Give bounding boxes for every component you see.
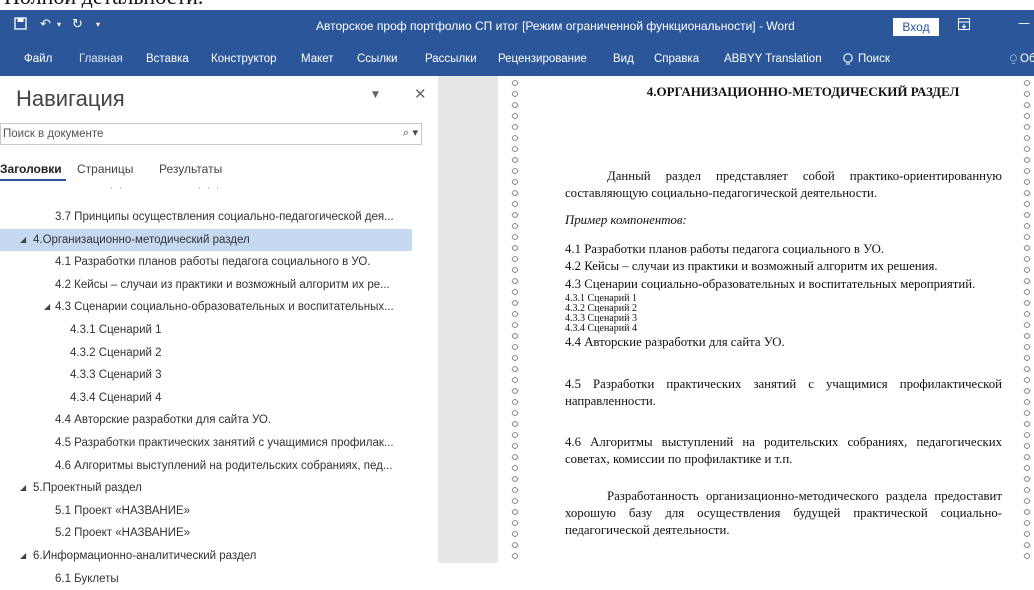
tree-item[interactable]: 4.3.3 Сценарий 3 — [0, 364, 412, 386]
title-bar: ↶ ▾ ↻ ▾ Авторское проф портфолио СП итог… — [0, 10, 1034, 43]
qat-customize-icon[interactable]: ▾ — [96, 20, 100, 29]
tree-item-label: 5.1 Проект «НАЗВАНИЕ» — [55, 504, 191, 517]
close-icon[interactable]: ✕ — [414, 85, 427, 103]
tree-item-label: 4.3.3 Сценарий 3 — [70, 369, 162, 382]
tree-item[interactable]: 5.1 Проект «НАЗВАНИЕ» — [0, 500, 412, 522]
tab-mailings[interactable]: Рассылки — [425, 53, 477, 65]
doc-closing: Разработанность организационно-методичес… — [565, 489, 1002, 537]
person-icon: ⍜ — [1010, 53, 1017, 65]
scroll-dots: · · · — [198, 184, 221, 193]
undo-dropdown-icon[interactable]: ▾ — [57, 20, 61, 29]
tree-item[interactable]: 4.6 Алгоритмы выступлений на родительски… — [0, 455, 412, 477]
scroll-dots: · · — [110, 184, 124, 193]
doc-line-46: 4.6 Алгоритмы выступлений на родительски… — [565, 435, 1002, 466]
caption-fragment: Полной детальности. — [0, 0, 1034, 10]
tree-item-label: 5.2 Проект «НАЗВАНИЕ» — [55, 527, 191, 540]
lightbulb-icon — [842, 53, 854, 69]
tree-item-label: 4.4 Авторские разработки для сайта УО. — [55, 414, 272, 427]
tab-references[interactable]: Ссылки — [357, 53, 398, 65]
tree-item-label: 4.Организационно-методический раздел — [33, 233, 250, 246]
tree-item[interactable]: 3.7 Принципы осуществления социально-пед… — [0, 206, 412, 228]
tree-item[interactable]: 4.3.1 Сценарий 1 — [0, 319, 412, 341]
nav-pane-title: Навигация — [16, 86, 125, 111]
tree-item-label: 5.Проектный раздел — [33, 482, 142, 495]
doc-heading: 4.ОРГАНИЗАЦИОННО-МЕТОДИЧЕСКИЙ РАЗДЕЛ — [646, 84, 960, 99]
tree-item-label: 6.1 Буклеты — [55, 572, 119, 585]
doc-intro: Данный раздел представляет собой практик… — [565, 169, 1002, 200]
tree-item[interactable]: 4.1 Разработки планов работы педагога со… — [0, 251, 412, 273]
tree-item[interactable]: 4.3.4 Сценарий 4 — [0, 387, 412, 409]
doc-line-44: 4.4 Авторские разработки для сайта УО. — [565, 335, 785, 349]
page-border-left — [510, 76, 520, 563]
tree-item-label: 4.3 Сценарии социально-образовательных и… — [55, 301, 394, 314]
page-border-right — [1022, 76, 1032, 563]
document-title: Авторское проф портфолио СП итог [Режим … — [316, 19, 795, 33]
tab-help[interactable]: Справка — [654, 53, 699, 65]
tree-item-label: 4.2 Кейсы – случаи из практики и возможн… — [55, 278, 390, 291]
navigation-pane: Навигация ▼ ✕ ⌕ ▾ Заголовки Страницы Рез… — [0, 76, 438, 585]
expand-caret-icon[interactable]: ◢ — [44, 296, 50, 318]
expand-caret-icon[interactable]: ◢ — [20, 545, 26, 567]
tab-view[interactable]: Вид — [613, 53, 634, 65]
search-input[interactable] — [3, 126, 373, 142]
tree-item[interactable]: 4.5 Разработки практических занятий с уч… — [0, 432, 412, 454]
doc-line-43: 4.3 Сценарии социально-образовательных и… — [565, 277, 976, 291]
expand-caret-icon[interactable]: ◢ — [20, 229, 26, 251]
tab-headings[interactable]: Заголовки — [0, 162, 62, 176]
tree-item[interactable]: 6.1 Буклеты — [0, 568, 412, 590]
tab-layout[interactable]: Макет — [301, 53, 334, 65]
undo-icon[interactable]: ↶ — [40, 17, 51, 32]
tree-item-label: 4.5 Разработки практических занятий с уч… — [55, 437, 394, 449]
doc-sub-434: 4.3.4 Сценарий 4 — [565, 323, 637, 334]
tab-home[interactable]: Главная — [79, 53, 123, 65]
tree-item-label: 4.3.4 Сценарий 4 — [70, 391, 162, 404]
redo-icon[interactable]: ↻ — [72, 17, 83, 32]
search-icon[interactable]: ⌕ ▾ — [403, 126, 418, 140]
minimize-icon[interactable]: — — [1018, 16, 1030, 30]
tab-results[interactable]: Результаты — [159, 162, 222, 176]
tab-file[interactable]: Файл — [24, 53, 52, 65]
doc-example-label: Пример компонентов: — [565, 213, 687, 227]
tell-me-search[interactable]: Поиск — [858, 53, 890, 65]
save-icon[interactable] — [14, 17, 27, 34]
nav-search-box: ⌕ ▾ — [0, 123, 422, 145]
expand-caret-icon[interactable]: ◢ — [20, 477, 26, 499]
tree-item[interactable]: ◢ 6.Информационно-аналитический раздел — [0, 545, 412, 567]
tree-item[interactable]: 4.3.2 Сценарий 2 — [0, 342, 412, 364]
share-button[interactable]: Об — [1020, 53, 1034, 65]
sign-in-button[interactable]: Вход — [893, 18, 939, 36]
doc-line-42: 4.2 Кейсы – случаи из практики и возможн… — [565, 259, 938, 273]
tab-abbyy[interactable]: ABBYY Translation — [724, 53, 822, 65]
page-gap — [438, 76, 498, 563]
tree-item[interactable]: ◢ 4.Организационно-методический раздел — [0, 228, 412, 251]
tree-item-label: 4.1 Разработки планов работы педагога со… — [55, 256, 371, 269]
tree-item-label: 4.3.1 Сценарий 1 — [70, 324, 162, 336]
tree-item[interactable]: 4.2 Кейсы – случаи из практики и возможн… — [0, 274, 412, 296]
tree-item[interactable]: 5.2 Проект «НАЗВАНИЕ» — [0, 522, 412, 544]
tree-item-label: 6.Информационно-аналитический раздел — [33, 550, 257, 562]
chevron-down-icon[interactable]: ▼ — [372, 90, 379, 100]
tab-review[interactable]: Рецензирование — [498, 53, 587, 65]
tree-item[interactable]: ◢ 5.Проектный раздел — [0, 477, 412, 499]
tree-item-label: 4.6 Алгоритмы выступлений на родительски… — [55, 459, 393, 472]
document-page: 4.ОРГАНИЗАЦИОННО-МЕТОДИЧЕСКИЙ РАЗДЕЛ Дан… — [498, 76, 1034, 563]
tree-item[interactable]: 4.4 Авторские разработки для сайта УО. — [0, 409, 412, 431]
tab-design[interactable]: Конструктор — [211, 53, 277, 65]
tree-item-label: 3.7 Принципы осуществления социально-пед… — [55, 211, 394, 223]
doc-line-45: 4.5 Разработки практических занятий с уч… — [565, 377, 1002, 408]
ribbon-display-options-icon[interactable] — [958, 18, 970, 33]
tab-insert[interactable]: Вставка — [146, 53, 189, 65]
tree-item[interactable]: ◢ 4.3 Сценарии социально-образовательных … — [0, 296, 412, 318]
tab-pages[interactable]: Страницы — [77, 162, 133, 176]
ribbon-tabs: Файл Главная Вставка Конструктор Макет С… — [0, 43, 1034, 76]
doc-line-41: 4.1 Разработки планов работы педагога со… — [565, 242, 885, 256]
tree-item-label: 4.3.2 Сценарий 2 — [70, 346, 162, 359]
active-tab-underline — [0, 179, 66, 181]
